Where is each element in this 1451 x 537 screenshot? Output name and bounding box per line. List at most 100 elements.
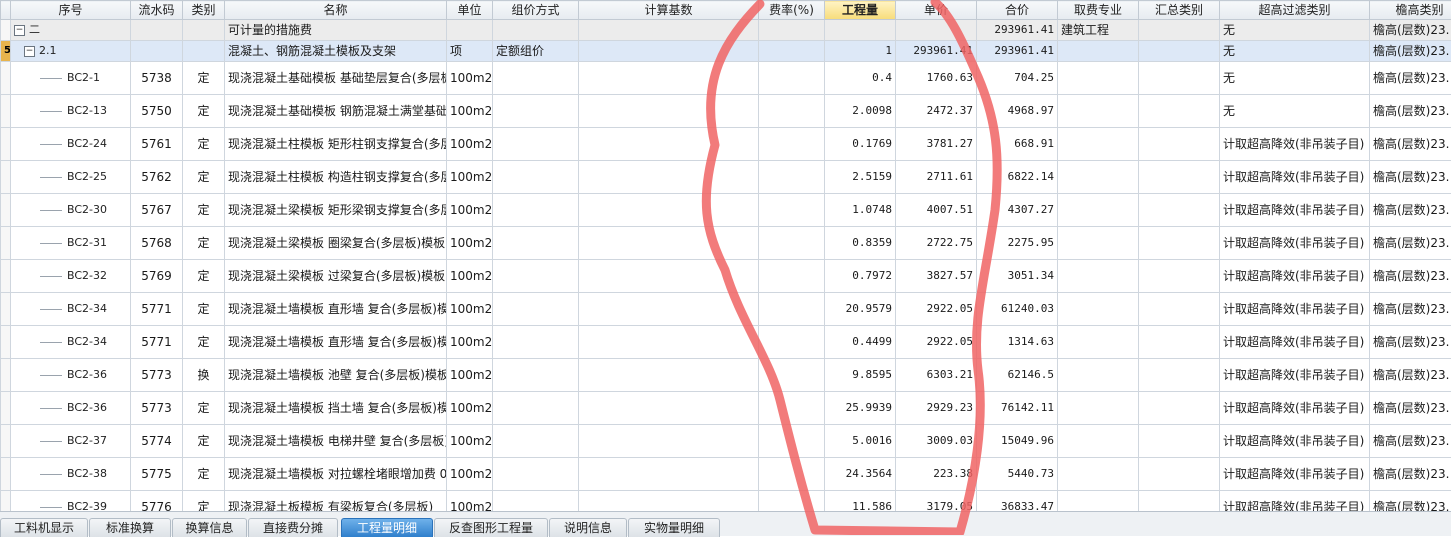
- price-cell[interactable]: 3179.05: [896, 491, 977, 512]
- name-cell[interactable]: 现浇混凝土墙模板 电梯井壁 复合(多层板)模板 钢支撑 0以下: [225, 425, 447, 458]
- type-cell[interactable]: [183, 41, 225, 62]
- qty-cell[interactable]: 1: [825, 41, 896, 62]
- tab-quantity-detail[interactable]: 工程量明细: [341, 518, 433, 537]
- eave-cell[interactable]: 檐高(层数)23.: [1370, 227, 1451, 260]
- price-cell[interactable]: 2922.05: [896, 326, 977, 359]
- qty-cell[interactable]: 25.9939: [825, 392, 896, 425]
- method-cell[interactable]: [493, 458, 579, 491]
- base-cell[interactable]: [579, 326, 759, 359]
- name-cell[interactable]: 现浇混凝土基础模板 钢筋混凝土满堂基础无梁式木支撑复合(多层板)模板 0以下: [225, 95, 447, 128]
- name-cell[interactable]: 混凝土、钢筋混凝土模板及支架: [225, 41, 447, 62]
- seq-cell[interactable]: BC2-31: [11, 227, 131, 260]
- code-cell[interactable]: 5774: [131, 425, 183, 458]
- filter-cell[interactable]: 无: [1220, 95, 1370, 128]
- code-cell[interactable]: [131, 20, 183, 41]
- header-type[interactable]: 类别: [183, 1, 225, 20]
- base-cell[interactable]: [579, 491, 759, 512]
- seq-cell[interactable]: BC2-30: [11, 194, 131, 227]
- seq-cell[interactable]: BC2-37: [11, 425, 131, 458]
- qty-cell[interactable]: 2.5159: [825, 161, 896, 194]
- seq-cell[interactable]: BC2-38: [11, 458, 131, 491]
- fee-spec-cell[interactable]: [1058, 458, 1139, 491]
- eave-cell[interactable]: 檐高(层数)23.: [1370, 95, 1451, 128]
- method-cell[interactable]: [493, 260, 579, 293]
- header-filter[interactable]: 超高过滤类别: [1220, 1, 1370, 20]
- rate-cell[interactable]: [759, 260, 825, 293]
- total-cell[interactable]: 3051.34: [977, 260, 1058, 293]
- price-cell[interactable]: 223.38: [896, 458, 977, 491]
- eave-cell[interactable]: 檐高(层数)23.: [1370, 359, 1451, 392]
- type-cell[interactable]: 定: [183, 128, 225, 161]
- total-cell[interactable]: 62146.5: [977, 359, 1058, 392]
- fee-spec-cell[interactable]: 建筑工程: [1058, 20, 1139, 41]
- header-total[interactable]: 合价: [977, 1, 1058, 20]
- unit-cell[interactable]: 100m2: [447, 161, 493, 194]
- table-row[interactable]: BC2-245761定现浇混凝土柱模板 矩形柱钢支撑复合(多层板)模板 0以下1…: [1, 128, 1451, 161]
- qty-cell[interactable]: 0.4: [825, 62, 896, 95]
- filter-cell[interactable]: 计取超高降效(非吊装子目): [1220, 293, 1370, 326]
- total-cell[interactable]: 4307.27: [977, 194, 1058, 227]
- base-cell[interactable]: [579, 62, 759, 95]
- type-cell[interactable]: 定: [183, 95, 225, 128]
- seq-cell[interactable]: BC2-36: [11, 392, 131, 425]
- name-cell[interactable]: 现浇混凝土梁模板 圈梁复合(多层板)模板 钢支撑 0以下: [225, 227, 447, 260]
- code-cell[interactable]: 5767: [131, 194, 183, 227]
- base-cell[interactable]: [579, 95, 759, 128]
- total-cell[interactable]: 293961.41: [977, 41, 1058, 62]
- total-cell[interactable]: 1314.63: [977, 326, 1058, 359]
- price-cell[interactable]: 2929.23: [896, 392, 977, 425]
- table-row[interactable]: BC2-255762定现浇混凝土柱模板 构造柱钢支撑复合(多层板)模板 0以下1…: [1, 161, 1451, 194]
- seq-cell[interactable]: BC2-34: [11, 293, 131, 326]
- method-cell[interactable]: [493, 227, 579, 260]
- fee-spec-cell[interactable]: [1058, 194, 1139, 227]
- fee-spec-cell[interactable]: [1058, 95, 1139, 128]
- seq-cell[interactable]: BC2-32: [11, 260, 131, 293]
- price-cell[interactable]: 3009.03: [896, 425, 977, 458]
- summary-cell[interactable]: [1139, 227, 1220, 260]
- subsection-row[interactable]: 5 −2.1 混凝土、钢筋混凝土模板及支架 项 定额组价 1 293961.41…: [1, 41, 1451, 62]
- name-cell[interactable]: 现浇混凝土墙模板 池壁 复合(多层板)模板 钢支撑 0以下: [225, 359, 447, 392]
- price-cell[interactable]: 1760.63: [896, 62, 977, 95]
- type-cell[interactable]: 定: [183, 491, 225, 512]
- code-cell[interactable]: 5771: [131, 293, 183, 326]
- type-cell[interactable]: 定: [183, 458, 225, 491]
- unit-cell[interactable]: 100m2: [447, 128, 493, 161]
- price-cell[interactable]: 6303.21: [896, 359, 977, 392]
- header-mark[interactable]: [1, 1, 11, 20]
- name-cell[interactable]: 现浇混凝土墙模板 直形墙 复合(多层板)模板 钢支撑 0以下: [225, 293, 447, 326]
- filter-cell[interactable]: 无: [1220, 41, 1370, 62]
- table-row[interactable]: BC2-345771定现浇混凝土墙模板 直形墙 复合(多层板)模板 钢支撑 0以…: [1, 293, 1451, 326]
- tab-description-info[interactable]: 说明信息: [549, 518, 627, 537]
- method-cell[interactable]: [493, 359, 579, 392]
- header-summary[interactable]: 汇总类别: [1139, 1, 1220, 20]
- total-cell[interactable]: 293961.41: [977, 20, 1058, 41]
- price-cell[interactable]: 2472.37: [896, 95, 977, 128]
- fee-spec-cell[interactable]: [1058, 326, 1139, 359]
- filter-cell[interactable]: 无: [1220, 62, 1370, 95]
- qty-cell[interactable]: 2.0098: [825, 95, 896, 128]
- unit-cell[interactable]: 100m2: [447, 293, 493, 326]
- unit-cell[interactable]: 100m2: [447, 260, 493, 293]
- seq-cell[interactable]: BC2-1: [11, 62, 131, 95]
- seq-cell[interactable]: BC2-36: [11, 359, 131, 392]
- base-cell[interactable]: [579, 425, 759, 458]
- rate-cell[interactable]: [759, 326, 825, 359]
- tab-physical-quantity-detail[interactable]: 实物量明细: [628, 518, 720, 537]
- rate-cell[interactable]: [759, 20, 825, 41]
- summary-cell[interactable]: [1139, 326, 1220, 359]
- eave-cell[interactable]: 檐高(层数)23.: [1370, 491, 1451, 512]
- type-cell[interactable]: 换: [183, 359, 225, 392]
- unit-cell[interactable]: 100m2: [447, 326, 493, 359]
- filter-cell[interactable]: 计取超高降效(非吊装子目): [1220, 326, 1370, 359]
- unit-cell[interactable]: 100m2: [447, 194, 493, 227]
- rate-cell[interactable]: [759, 194, 825, 227]
- table-row[interactable]: BC2-375774定现浇混凝土墙模板 电梯井壁 复合(多层板)模板 钢支撑 0…: [1, 425, 1451, 458]
- code-cell[interactable]: 5773: [131, 392, 183, 425]
- header-price[interactable]: 单价: [896, 1, 977, 20]
- fee-spec-cell[interactable]: [1058, 491, 1139, 512]
- code-cell[interactable]: 5771: [131, 326, 183, 359]
- unit-cell[interactable]: 100m2: [447, 425, 493, 458]
- method-cell[interactable]: [493, 326, 579, 359]
- qty-cell[interactable]: 0.1769: [825, 128, 896, 161]
- filter-cell[interactable]: 计取超高降效(非吊装子目): [1220, 227, 1370, 260]
